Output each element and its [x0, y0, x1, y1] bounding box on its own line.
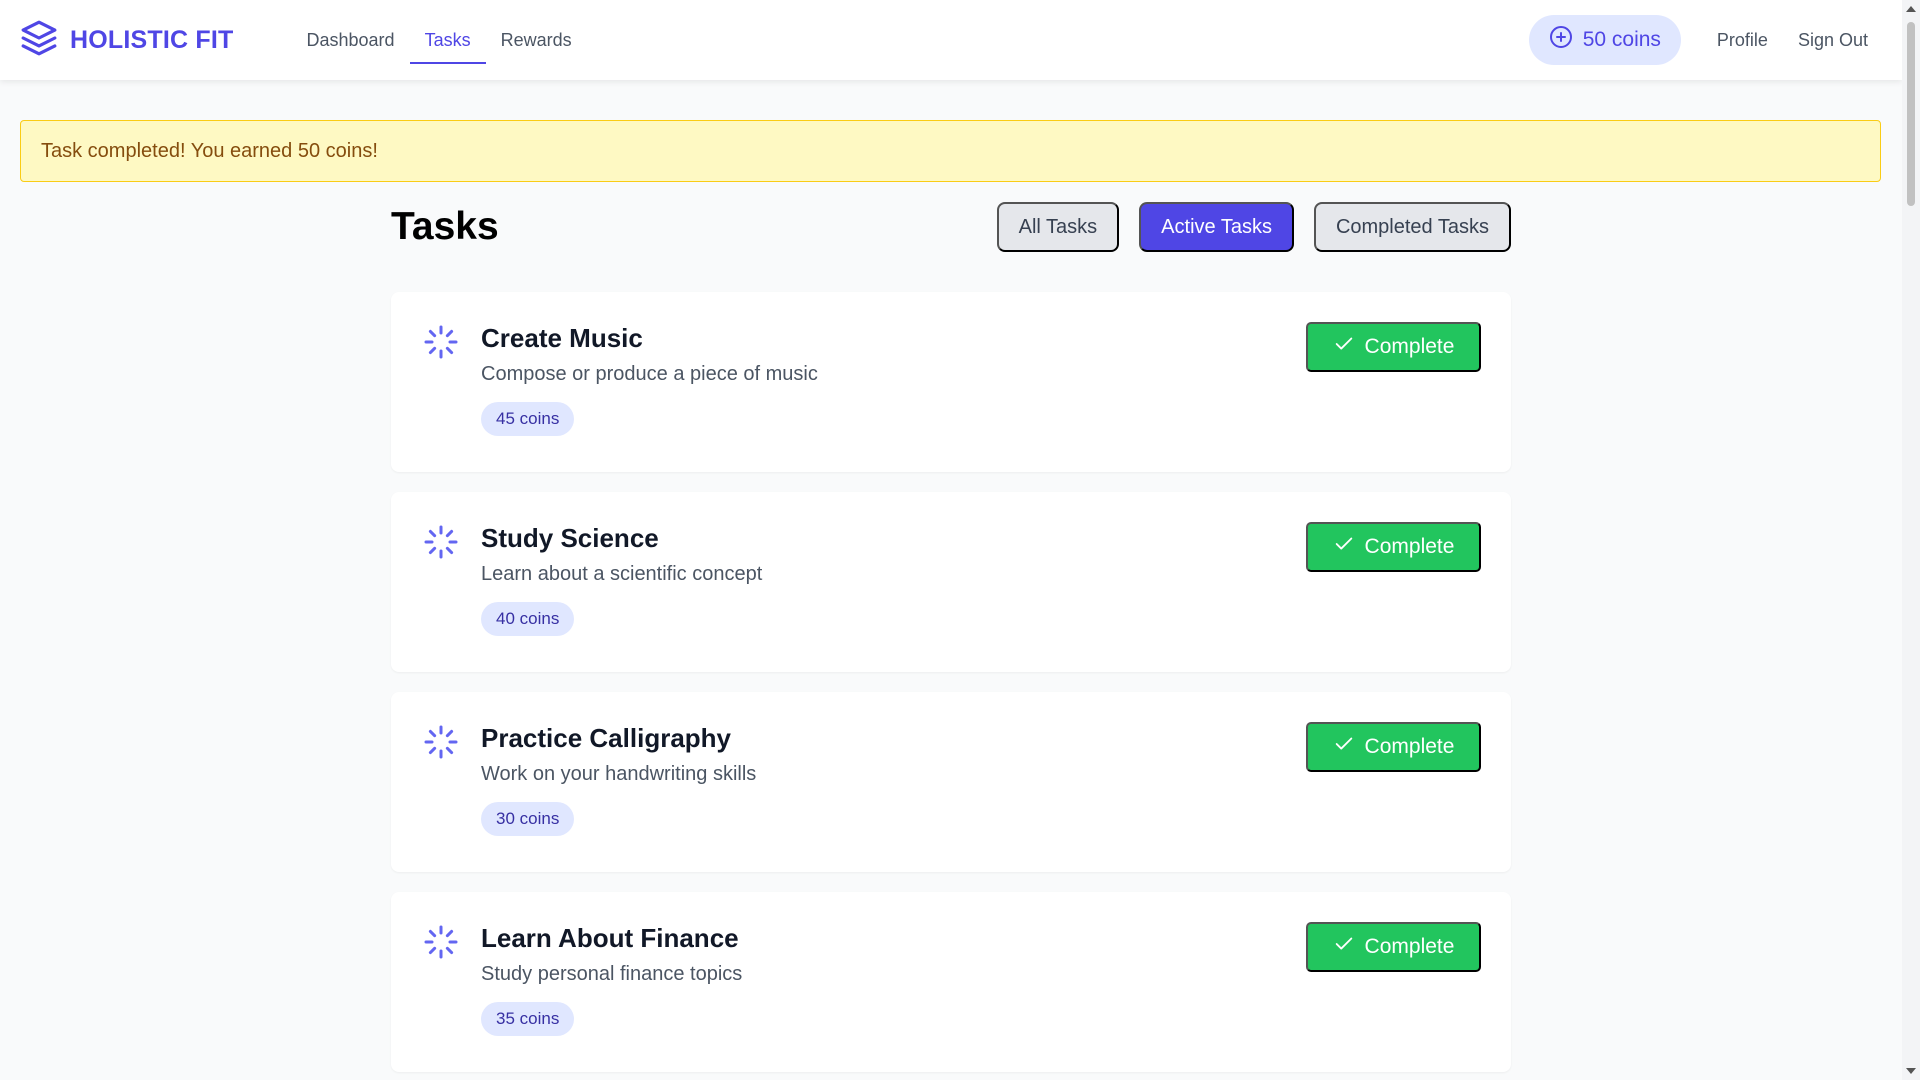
- top-navbar: HOLISTIC FIT Dashboard Tasks Rewards 50 …: [0, 0, 1902, 80]
- task-filters: All Tasks Active Tasks Completed Tasks: [996, 202, 1511, 252]
- task-title: Study Science: [481, 523, 659, 553]
- complete-button-label: Complete: [1364, 535, 1455, 558]
- task-reward-badge: 30 coins: [481, 802, 575, 836]
- complete-button-label: Complete: [1364, 735, 1455, 758]
- task-title: Learn About Finance: [481, 923, 739, 953]
- task-body: Study Science Learn about a scientific c…: [481, 522, 762, 636]
- main-nav: Dashboard Tasks Rewards: [292, 0, 587, 80]
- plus-circle-icon: [1549, 25, 1573, 55]
- nav-link-tasks[interactable]: Tasks: [409, 0, 486, 80]
- complete-button[interactable]: Complete: [1306, 722, 1481, 772]
- task-title: Practice Calligraphy: [481, 723, 731, 753]
- scroll-down-arrow-icon[interactable]: [1906, 1068, 1916, 1074]
- nav-link-rewards[interactable]: Rewards: [486, 0, 587, 80]
- loader-icon: [423, 324, 459, 360]
- sign-out-link[interactable]: Sign Out: [1798, 30, 1868, 51]
- app-root: HOLISTIC FIT Dashboard Tasks Rewards 50 …: [0, 0, 1920, 1080]
- task-card: Practice Calligraphy Work on your handwr…: [391, 692, 1511, 872]
- page-scrollbar[interactable]: [1902, 0, 1920, 1080]
- task-description: Learn about a scientific concept: [481, 563, 763, 585]
- nav-link-dashboard[interactable]: Dashboard: [292, 0, 410, 80]
- task-card: Study Science Learn about a scientific c…: [391, 492, 1511, 672]
- task-title: Create Music: [481, 323, 643, 353]
- coin-balance[interactable]: 50 coins: [1528, 15, 1681, 65]
- task-description: Work on your handwriting skills: [481, 763, 757, 785]
- loader-icon: [423, 524, 459, 560]
- filter-completed-tasks[interactable]: Completed Tasks: [1313, 202, 1511, 252]
- filter-all-tasks[interactable]: All Tasks: [996, 202, 1120, 252]
- success-alert: Task completed! You earned 50 coins!: [20, 120, 1881, 182]
- check-icon: [1333, 733, 1355, 761]
- alert-message: Task completed! You earned 50 coins!: [41, 139, 378, 162]
- brand-name: HOLISTIC FIT: [70, 25, 234, 54]
- task-body: Practice Calligraphy Work on your handwr…: [481, 722, 756, 836]
- task-body: Create Music Compose or produce a piece …: [481, 322, 818, 436]
- scroll-thumb[interactable]: [1907, 22, 1915, 206]
- complete-button[interactable]: Complete: [1306, 522, 1481, 572]
- loader-icon: [423, 924, 459, 960]
- coin-balance-label: 50 coins: [1582, 28, 1661, 51]
- task-list: Create Music Compose or produce a piece …: [391, 292, 1511, 1072]
- task-reward-badge: 40 coins: [481, 602, 575, 636]
- profile-link[interactable]: Profile: [1717, 30, 1768, 51]
- task-reward-badge: 35 coins: [481, 1002, 575, 1036]
- nav-right: 50 coins Profile Sign Out: [1528, 15, 1882, 65]
- task-card: Create Music Compose or produce a piece …: [391, 292, 1511, 472]
- filter-active-tasks[interactable]: Active Tasks: [1139, 202, 1294, 252]
- tasks-header: Tasks All Tasks Active Tasks Completed T…: [391, 202, 1511, 252]
- check-icon: [1333, 333, 1355, 361]
- task-description: Compose or produce a piece of music: [481, 363, 818, 385]
- layers-icon: [20, 19, 58, 62]
- task-body: Learn About Finance Study personal finan…: [481, 922, 742, 1036]
- check-icon: [1333, 533, 1355, 561]
- complete-button[interactable]: Complete: [1306, 922, 1481, 972]
- page-title: Tasks: [391, 205, 499, 248]
- check-icon: [1333, 933, 1355, 961]
- task-card: Learn About Finance Study personal finan…: [391, 892, 1511, 1072]
- scroll-up-arrow-icon[interactable]: [1906, 6, 1916, 12]
- task-description: Study personal finance topics: [481, 963, 743, 985]
- complete-button[interactable]: Complete: [1306, 322, 1481, 372]
- task-reward-badge: 45 coins: [481, 402, 575, 436]
- loader-icon: [423, 724, 459, 760]
- complete-button-label: Complete: [1364, 935, 1455, 958]
- brand[interactable]: HOLISTIC FIT: [20, 19, 234, 62]
- complete-button-label: Complete: [1364, 335, 1455, 358]
